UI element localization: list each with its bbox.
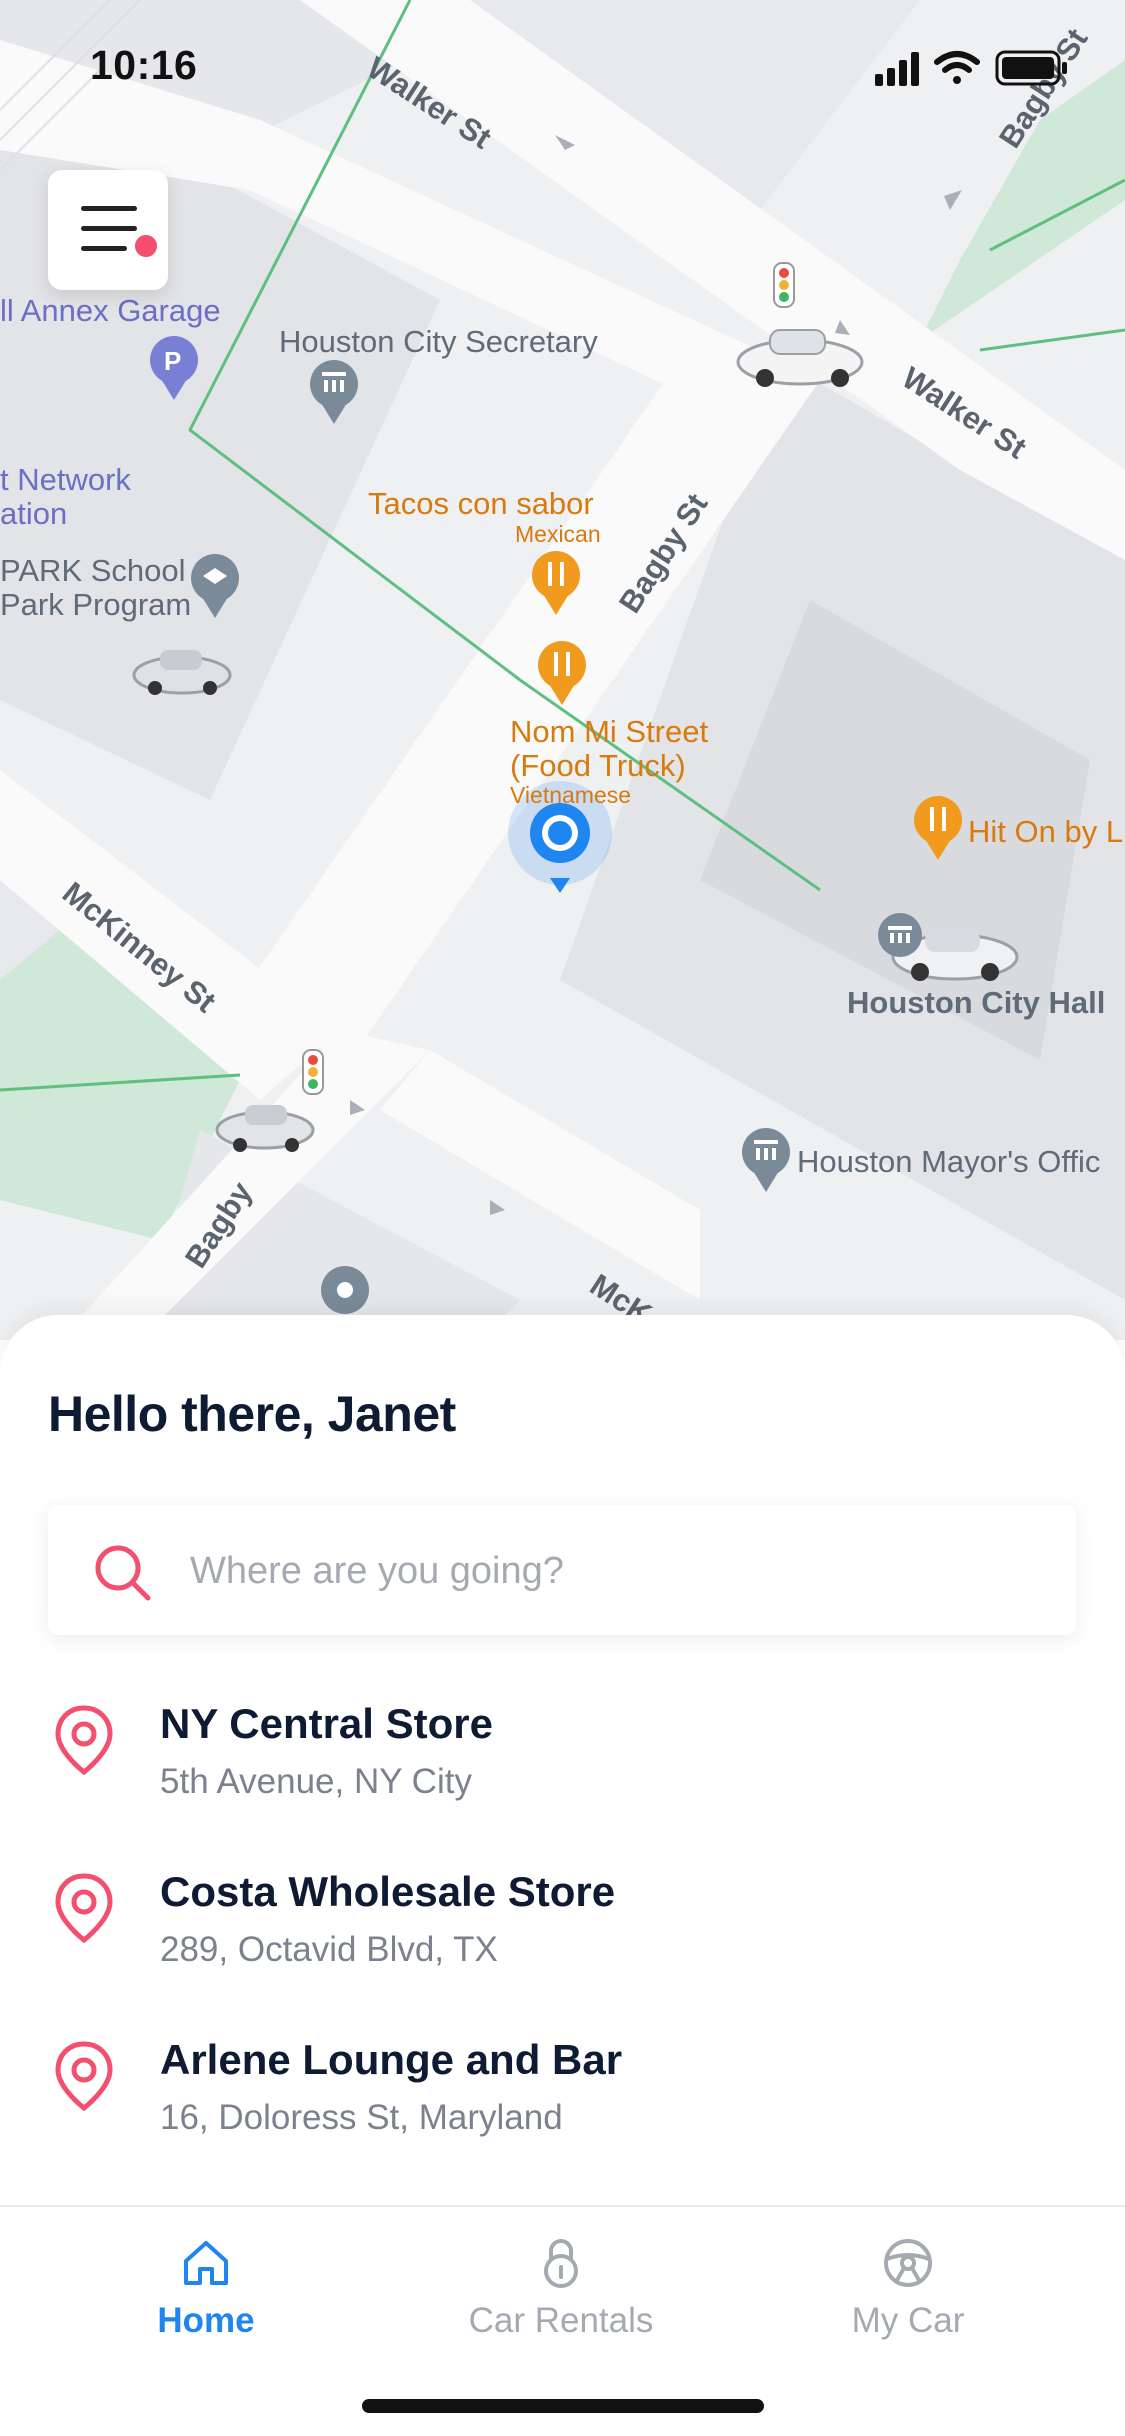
search-input[interactable] bbox=[188, 1535, 1052, 1607]
map-label-tacos-type: Mexican bbox=[515, 521, 601, 547]
map-label-park-school[interactable]: PARK School bbox=[0, 553, 186, 589]
home-indicator[interactable] bbox=[362, 2399, 764, 2413]
location-pin-icon bbox=[55, 1873, 113, 1944]
svg-text:P: P bbox=[164, 346, 181, 376]
map-label-park-program: Park Program bbox=[0, 587, 192, 622]
place-name: Costa Wholesale Store bbox=[160, 1868, 616, 1915]
map-label-network-line2: ation bbox=[0, 496, 68, 531]
recent-place-item[interactable]: Costa Wholesale Store 289, Octavid Blvd,… bbox=[0, 1868, 1125, 2018]
home-icon bbox=[184, 2241, 228, 2285]
lock-icon bbox=[544, 2238, 578, 2288]
map-label-city-hall[interactable]: Houston City Hall bbox=[847, 985, 1105, 1021]
map-label-mayors-office[interactable]: Houston Mayor's Offic bbox=[797, 1144, 1100, 1180]
tab-my-car[interactable]: My Car bbox=[788, 2237, 1028, 2347]
signal-icon bbox=[875, 52, 919, 86]
location-pin-icon bbox=[55, 2041, 113, 2112]
menu-button[interactable] bbox=[48, 170, 168, 290]
map-label-city-secretary[interactable]: Houston City Secretary bbox=[279, 324, 598, 360]
recent-place-item[interactable]: Arlene Lounge and Bar 16, Doloress St, M… bbox=[0, 2036, 1125, 2186]
notification-dot bbox=[132, 232, 160, 260]
tab-car-rentals[interactable]: Car Rentals bbox=[441, 2237, 681, 2347]
app-screen: P Walker St Walker St Bagby St Bagby St … bbox=[0, 0, 1125, 2436]
map-label-annex-garage[interactable]: ll Annex Garage bbox=[0, 293, 221, 329]
map-label-network[interactable]: t Network bbox=[0, 462, 131, 498]
map-label-nom-mi-line2: (Food Truck) bbox=[510, 748, 686, 783]
status-time: 10:16 bbox=[90, 42, 198, 88]
place-address: 289, Octavid Blvd, TX bbox=[160, 1930, 498, 1969]
map-label-tacos[interactable]: Tacos con sabor bbox=[368, 486, 594, 522]
tab-label-car-rentals: Car Rentals bbox=[468, 2301, 654, 2340]
place-address: 5th Avenue, NY City bbox=[160, 1762, 472, 1801]
place-name: NY Central Store bbox=[160, 1700, 493, 1747]
greeting-heading: Hello there, Janet bbox=[48, 1386, 456, 1442]
place-name: Arlene Lounge and Bar bbox=[160, 2036, 623, 2083]
search-icon bbox=[95, 1545, 151, 1601]
tab-label-my-car: My Car bbox=[851, 2301, 965, 2340]
status-icons bbox=[875, 50, 1067, 86]
battery-icon bbox=[995, 50, 1067, 86]
map-label-hit-on[interactable]: Hit On by L bbox=[968, 814, 1123, 850]
map-label-nom-mi[interactable]: Nom Mi Street bbox=[510, 714, 708, 750]
wifi-icon bbox=[934, 51, 980, 84]
tab-label-home: Home bbox=[157, 2301, 255, 2340]
recent-place-item[interactable]: NY Central Store 5th Avenue, NY City bbox=[0, 1700, 1125, 1850]
status-bar: 10:16 bbox=[0, 0, 1125, 130]
place-address: 16, Doloress St, Maryland bbox=[160, 2098, 563, 2137]
steering-wheel-icon bbox=[884, 2239, 932, 2287]
map-view[interactable]: P Walker St Walker St Bagby St Bagby St … bbox=[0, 0, 1125, 1340]
location-pin-icon bbox=[55, 1705, 113, 1776]
search-box[interactable] bbox=[48, 1505, 1076, 1635]
tab-bar: Home Car Rentals My Car bbox=[0, 2205, 1125, 2436]
map-label-nom-mi-type: Vietnamese bbox=[510, 782, 632, 808]
map-base: P bbox=[0, 0, 1125, 1340]
tab-home[interactable]: Home bbox=[86, 2237, 326, 2347]
